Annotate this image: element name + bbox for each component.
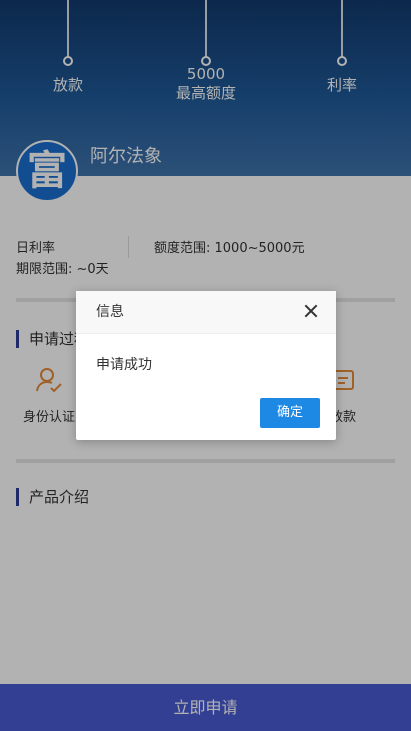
- close-icon[interactable]: [304, 304, 318, 318]
- dialog-title: 信息: [96, 304, 124, 320]
- info-dialog: 信息 申请成功 确定: [76, 291, 336, 440]
- dialog-message: 申请成功: [96, 357, 152, 373]
- dialog-header: 信息: [76, 291, 336, 334]
- confirm-button[interactable]: 确定: [260, 398, 320, 428]
